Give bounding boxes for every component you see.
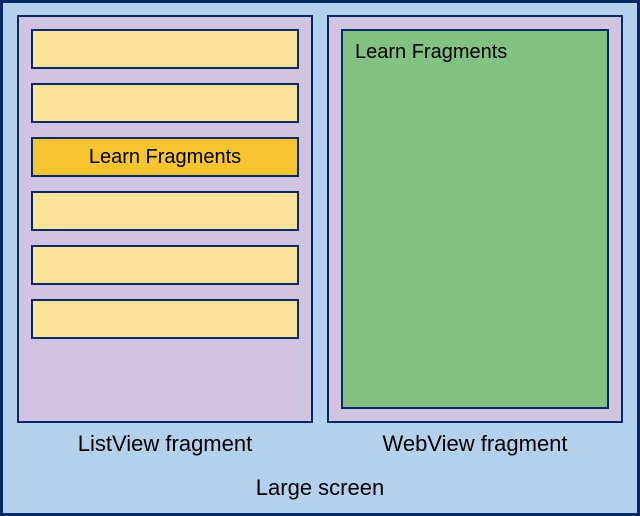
listview-fragment-label: ListView fragment — [17, 423, 313, 465]
screen-label: Large screen — [17, 465, 623, 513]
list-item[interactable] — [31, 83, 299, 123]
webview-column: Learn Fragments WebView fragment — [327, 15, 623, 465]
list-item[interactable] — [31, 245, 299, 285]
list-item[interactable] — [31, 29, 299, 69]
listview-fragment: Learn Fragments — [17, 15, 313, 423]
list-item[interactable] — [31, 299, 299, 339]
list-item-selected[interactable]: Learn Fragments — [31, 137, 299, 177]
fragments-row: Learn Fragments ListView fragment Learn … — [17, 15, 623, 465]
webview-content[interactable]: Learn Fragments — [341, 29, 609, 409]
webview-fragment-label: WebView fragment — [327, 423, 623, 465]
large-screen-container: Learn Fragments ListView fragment Learn … — [0, 0, 640, 516]
list-item[interactable] — [31, 191, 299, 231]
webview-fragment: Learn Fragments — [327, 15, 623, 423]
listview-column: Learn Fragments ListView fragment — [17, 15, 313, 465]
